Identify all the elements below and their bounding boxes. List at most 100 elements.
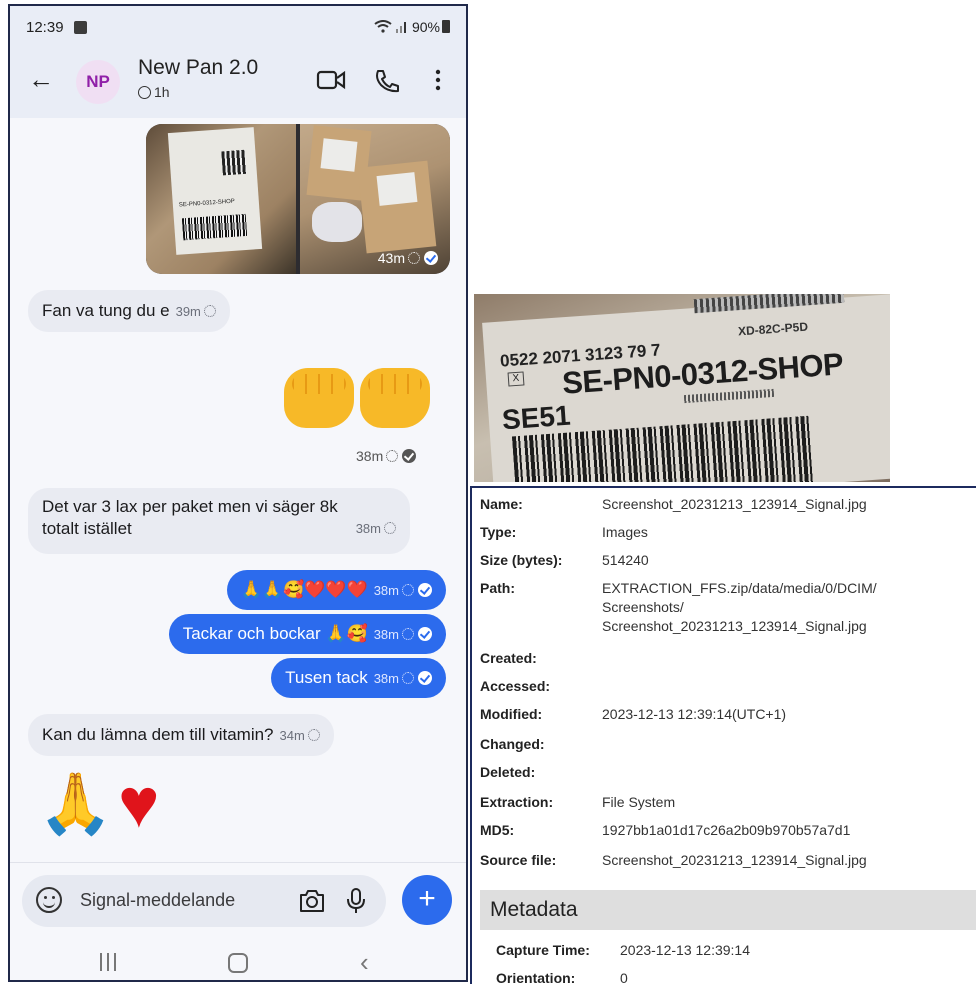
property-value: Screenshot_20231213_123914_Signal.jpg: [602, 852, 867, 868]
timer-icon: [307, 729, 320, 741]
voice-call-icon[interactable]: [372, 68, 400, 94]
message-input[interactable]: Signal-meddelande: [22, 875, 386, 927]
contact-name[interactable]: New Pan 2.0: [138, 56, 258, 80]
message-text: Tusen tack: [285, 668, 368, 687]
property-value: 1927bb1a01d17c26a2b09b970b57a7d1: [602, 822, 851, 838]
outgoing-message[interactable]: Tusen tack 38m: [271, 658, 446, 698]
fist-emoji[interactable]: [360, 368, 430, 428]
image-message[interactable]: SE-PN0-0312-SHOP 43m: [146, 124, 450, 274]
property-value: Images: [602, 524, 648, 540]
read-receipt-icon: [418, 583, 432, 597]
message-meta: 38m: [356, 448, 417, 464]
message-meta: 34m: [280, 728, 320, 743]
battery-percent: 90%: [411, 19, 440, 35]
emoji-icon[interactable]: [36, 887, 62, 913]
disappearing-timer: 1h: [138, 84, 170, 100]
outgoing-message[interactable]: Tackar och bockar 🙏🥰 38m: [168, 614, 446, 654]
property-key: Created:: [480, 650, 537, 666]
timer-icon: [402, 628, 414, 640]
microphone-icon[interactable]: [346, 887, 366, 915]
path-line: EXTRACTION_FFS.zip/data/media/0/DCIM/: [602, 580, 877, 596]
read-receipt-icon: [424, 251, 438, 265]
property-key: Source file:: [480, 852, 557, 868]
message-time: 34m: [279, 728, 305, 743]
timer-icon: [402, 672, 414, 684]
pray-emoji[interactable]: 🙏: [38, 774, 113, 834]
package-photo-1[interactable]: SE-PN0-0312-SHOP: [146, 124, 296, 274]
message-time: 38m: [373, 627, 399, 642]
android-nav-bar: ‹: [10, 943, 466, 980]
home-icon[interactable]: [228, 953, 248, 973]
message-text: Kan du lämna dem till vitamin?: [42, 725, 274, 744]
message-text: Fan va tung du e: [42, 301, 170, 320]
label-se-code: SE51: [500, 399, 572, 436]
wifi-icon: [374, 20, 392, 33]
video-call-icon[interactable]: [316, 68, 346, 92]
chat-header: ← NP New Pan 2.0 1h: [10, 48, 466, 118]
incoming-message[interactable]: Kan du lämna dem till vitamin? 34m: [28, 714, 334, 756]
message-time: 38m: [373, 671, 399, 686]
label-x-box: X: [507, 371, 525, 387]
metadata-heading: Metadata: [490, 898, 578, 921]
status-right: 90%: [374, 19, 450, 35]
notification-icon: [74, 21, 87, 34]
label-code: SE-PN0-0312-SHOP: [178, 198, 236, 209]
recent-apps-icon[interactable]: [100, 953, 118, 971]
attach-plus-button[interactable]: +: [402, 875, 452, 925]
timer-icon: [138, 86, 151, 99]
property-key: Modified:: [480, 706, 543, 722]
property-key: Name:: [480, 496, 523, 512]
message-time: 43m: [377, 250, 405, 266]
parcel-label: [320, 138, 358, 172]
incoming-message[interactable]: Det var 3 lax per paket men vi säger 8k …: [28, 488, 410, 554]
message-time: 38m: [373, 583, 399, 598]
message-meta: 38m: [374, 627, 432, 642]
metadata-value: 0: [620, 970, 628, 984]
barcode: [181, 213, 248, 241]
timer-icon: [203, 305, 216, 317]
message-list[interactable]: SE-PN0-0312-SHOP 43m Fan va tung du e 39m…: [10, 118, 466, 862]
read-receipt-icon: [418, 671, 432, 685]
property-value: File System: [602, 794, 676, 810]
heart-emoji[interactable]: ♥: [118, 768, 160, 838]
timer-icon: [384, 522, 396, 534]
timer-icon: [386, 450, 399, 462]
message-text-line: totalt istället: [42, 519, 132, 538]
property-key: Extraction:: [480, 794, 554, 810]
message-time: 38m: [356, 448, 384, 464]
metadata-section-header[interactable]: Metadata: [480, 890, 976, 930]
file-properties-panel: Name: Screenshot_20231213_123914_Signal.j…: [470, 486, 976, 984]
incoming-message[interactable]: Fan va tung du e 39m: [28, 290, 230, 332]
message-text: 🙏🙏🥰❤️❤️❤️: [240, 580, 368, 599]
fist-emoji[interactable]: [284, 368, 354, 428]
message-text: Tackar och bockar 🙏🥰: [182, 624, 368, 643]
camera-icon[interactable]: [298, 888, 326, 914]
property-key: Deleted:: [480, 764, 536, 780]
timer-value: 1h: [154, 84, 170, 100]
message-time: 38m: [355, 521, 381, 536]
status-bar: 12:39 90%: [10, 6, 466, 48]
signal-phone-screenshot: 12:39 90% ← NP New Pan 2.0 1h SE-PN0-031…: [8, 4, 468, 982]
contact-avatar[interactable]: NP: [76, 60, 120, 104]
signal-icon: [396, 22, 407, 33]
back-arrow-icon[interactable]: ←: [28, 66, 54, 92]
battery-icon: [442, 20, 450, 33]
property-value: 514240: [602, 552, 649, 568]
property-value: 2023-12-13 12:39:14(UTC+1): [602, 706, 787, 722]
message-meta: 38m: [356, 518, 396, 540]
property-key: MD5:: [480, 822, 515, 838]
metadata-key: Orientation:: [496, 970, 576, 984]
plastic-bag: [312, 202, 362, 242]
property-key: Size (bytes):: [480, 552, 563, 568]
timer-icon: [402, 584, 414, 596]
message-placeholder[interactable]: Signal-meddelande: [80, 890, 235, 911]
path-line: Screenshots/: [602, 599, 684, 615]
outgoing-message[interactable]: 🙏🙏🥰❤️❤️❤️ 38m: [226, 570, 446, 610]
property-key: Path:: [480, 580, 515, 596]
nav-back-icon[interactable]: ‹: [360, 949, 369, 975]
path-line: Screenshot_20231213_123914_Signal.jpg: [602, 618, 867, 634]
metadata-key: Capture Time:: [496, 942, 590, 958]
timer-icon: [408, 252, 420, 264]
more-options-icon[interactable]: [434, 68, 442, 92]
property-key: Changed:: [480, 736, 545, 752]
